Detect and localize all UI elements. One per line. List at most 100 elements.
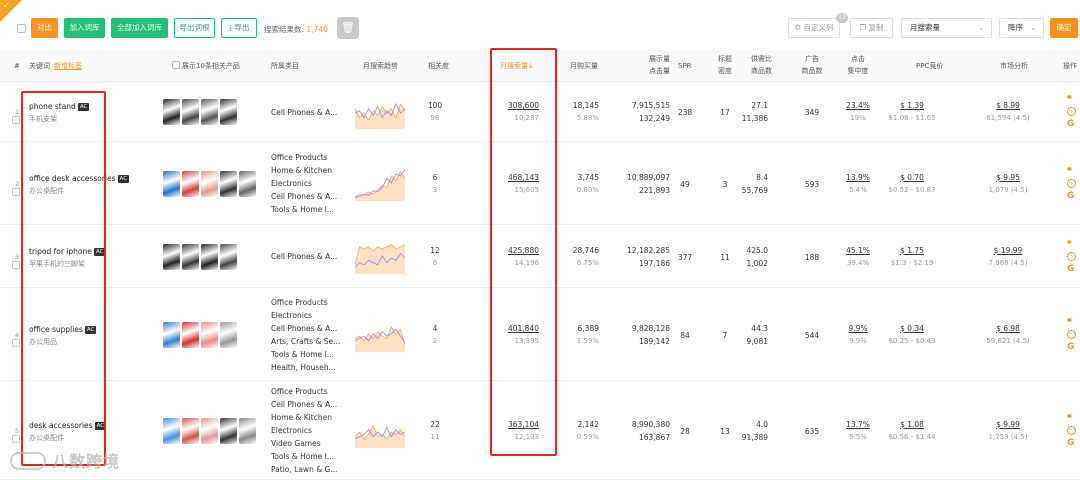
more-icon[interactable]: ··· xyxy=(1067,425,1076,435)
title-density: 13 xyxy=(720,426,730,436)
product-thumbnail[interactable] xyxy=(201,170,218,197)
trend-sparkline[interactable] xyxy=(355,318,405,352)
category-item: Office Products xyxy=(271,387,328,396)
col-supply-2: 商品数 xyxy=(751,67,772,75)
more-icon[interactable]: ··· xyxy=(1067,251,1076,261)
market-price: $ 6.98 xyxy=(996,323,1020,333)
bar-chart-icon[interactable]: ▮▮▮ xyxy=(1067,94,1076,104)
custom-columns-button[interactable]: ⚙ 自定义列 xyxy=(788,18,840,38)
col-trend[interactable]: 月搜索趋势 xyxy=(363,61,398,71)
product-thumbnail[interactable] xyxy=(163,417,180,444)
confirm-button[interactable]: 确定 xyxy=(1050,18,1078,38)
category-item: Cell Phones & A... xyxy=(271,107,338,117)
col-monthly-purchase[interactable]: 月购买量 xyxy=(570,61,598,71)
col-ads-2: 商品数 xyxy=(801,67,823,75)
spr: 84 xyxy=(680,330,690,340)
product-thumbnail[interactable] xyxy=(220,321,237,348)
trend-sparkline[interactable] xyxy=(355,167,405,201)
product-thumbnail[interactable] xyxy=(182,170,199,197)
category-item: Tools & Home I... xyxy=(271,452,334,461)
trend-sparkline[interactable] xyxy=(355,95,405,129)
product-thumbnail[interactable] xyxy=(239,417,256,444)
product-thumbnail[interactable] xyxy=(182,99,199,125)
ad-product-count: 349 xyxy=(804,108,820,117)
relevance-sub: 6 xyxy=(432,258,438,267)
google-icon[interactable]: G xyxy=(1067,119,1076,129)
col-click-conc-2: 集中度 xyxy=(847,67,869,75)
select-all-checkbox[interactable] xyxy=(17,24,26,33)
product-thumbnail[interactable] xyxy=(163,321,180,348)
show-products-checkbox[interactable] xyxy=(172,61,180,69)
copy-button[interactable]: ❐ 复制 xyxy=(850,18,893,38)
add-tag-link[interactable]: 新增标签 xyxy=(54,62,82,70)
ppc-range: $0.52 - $0.87 xyxy=(888,185,936,194)
col-clicks[interactable]: 点击量 xyxy=(630,66,670,76)
more-icon[interactable]: ··· xyxy=(1067,329,1076,339)
click-concentration: 9.9% xyxy=(848,323,868,333)
row-checkbox[interactable] xyxy=(12,187,20,196)
product-thumbnail[interactable] xyxy=(220,170,237,197)
product-thumbnail[interactable] xyxy=(163,243,180,270)
row-checkbox[interactable] xyxy=(12,260,20,269)
sort-field-value: 月搜索量 xyxy=(910,23,940,32)
col-impressions[interactable]: 展示量 xyxy=(630,54,670,64)
google-icon[interactable]: G xyxy=(1067,342,1076,352)
category-list: Office Products Home & Kitchen Electronics… xyxy=(271,151,337,216)
copy-icon: ❐ xyxy=(859,23,869,32)
add-all-to-library-button[interactable]: 全部加入词库 xyxy=(111,18,168,38)
product-thumbnail[interactable] xyxy=(220,243,237,270)
monthly-purchase: 3,745 xyxy=(577,172,599,182)
monthly-purchase: 6,389 xyxy=(577,323,599,333)
trend-sparkline[interactable] xyxy=(355,240,405,274)
product-thumbnail[interactable] xyxy=(201,243,218,270)
monthly-purchase: 2,142 xyxy=(577,419,599,429)
export-root-button[interactable]: 导出词根 xyxy=(174,18,215,38)
product-thumbnail[interactable] xyxy=(182,243,199,270)
google-icon[interactable]: G xyxy=(1067,191,1076,201)
add-to-library-button[interactable]: 加入词库 xyxy=(64,18,105,38)
col-keyword[interactable]: 关键词 新增标签 xyxy=(29,61,82,71)
export-button[interactable]: ⤓ 导出 xyxy=(221,18,257,38)
bar-chart-icon[interactable]: ▮▮▮ xyxy=(1067,166,1076,176)
compare-button[interactable]: 对比 xyxy=(31,18,58,38)
ppc-range: $1.08 - $1.65 xyxy=(888,114,936,122)
col-ppc[interactable]: PPC竞价 xyxy=(916,61,943,71)
sort-order-select[interactable]: 降序 ⌄ xyxy=(999,18,1044,38)
impressions: 12,182,285 xyxy=(627,245,670,255)
product-thumbnail[interactable] xyxy=(220,99,237,125)
category-item: Cell Phones & A... xyxy=(271,323,338,333)
product-thumbnail[interactable] xyxy=(182,321,199,348)
row-checkbox[interactable] xyxy=(12,338,20,347)
title-density: 17 xyxy=(720,108,730,117)
row-checkbox[interactable] xyxy=(12,116,20,124)
row-actions: ▮▮▮ ··· G xyxy=(1067,166,1076,201)
product-thumbnail[interactable] xyxy=(220,417,237,444)
category-item: Video Games xyxy=(271,439,321,448)
col-relevance[interactable]: 相关度 xyxy=(428,61,449,71)
google-icon[interactable]: G xyxy=(1067,438,1076,448)
product-thumbnail[interactable] xyxy=(201,417,218,444)
sort-field-select[interactable]: 月搜索量 ⌄ xyxy=(901,18,992,38)
bar-chart-icon[interactable]: ▮▮▮ xyxy=(1067,239,1076,249)
google-icon[interactable]: G xyxy=(1067,264,1076,274)
category-list: Cell Phones & A... xyxy=(271,250,337,263)
col-supply-1: 供需比 xyxy=(751,55,772,63)
bar-chart-icon[interactable]: ▮▮▮ xyxy=(1067,413,1076,423)
purchase-rate: 0.80% xyxy=(576,185,599,194)
trash-icon[interactable]: 🗑 xyxy=(337,17,359,39)
row-checkbox[interactable] xyxy=(12,434,20,443)
trend-sparkline[interactable] xyxy=(355,414,405,448)
product-thumbnail[interactable] xyxy=(163,99,180,125)
bar-chart-icon[interactable]: ▮▮▮ xyxy=(1067,317,1076,327)
product-thumbnail[interactable] xyxy=(163,170,180,197)
purchase-rate: 0.59% xyxy=(576,432,599,441)
more-icon[interactable]: ··· xyxy=(1067,107,1076,116)
product-thumbnail[interactable] xyxy=(201,99,218,125)
product-thumbnail[interactable] xyxy=(239,170,256,197)
more-icon[interactable]: ··· xyxy=(1067,178,1076,188)
col-category: 所属类目 xyxy=(271,62,299,70)
clicks: 197,186 xyxy=(638,258,670,268)
col-spr[interactable]: SPR xyxy=(678,61,692,71)
product-thumbnail[interactable] xyxy=(182,417,199,444)
product-thumbnail[interactable] xyxy=(201,321,218,348)
